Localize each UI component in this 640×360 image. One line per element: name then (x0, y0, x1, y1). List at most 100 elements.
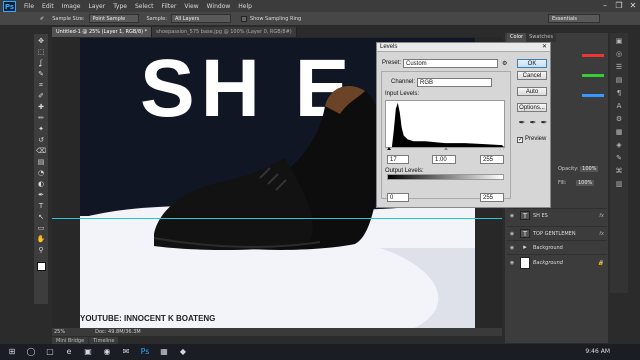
photoshop-taskbar-icon[interactable]: Ps (138, 346, 152, 358)
type-icon[interactable]: T (36, 202, 46, 211)
menu-window[interactable]: Window (207, 3, 231, 10)
tab-shoepassion[interactable]: shoepassion_575 base.jpg @ 100% (Layer 0… (152, 27, 297, 37)
zoom-level[interactable]: 25% (54, 329, 65, 335)
visibility-eye-icon[interactable]: ◉ (507, 213, 517, 219)
visibility-eye-icon[interactable]: ◉ (507, 231, 517, 237)
crop-icon[interactable]: ⌗ (36, 81, 46, 90)
layer-fx-icon[interactable]: fx (599, 231, 604, 237)
file-explorer-icon[interactable]: ▣ (81, 346, 95, 358)
output-white-field[interactable]: 255 (480, 193, 504, 202)
lasso-icon[interactable]: ʆ (36, 59, 46, 68)
menu-view[interactable]: View (184, 3, 198, 10)
layer-fx-icon[interactable]: fx (599, 213, 604, 219)
preview-checkbox[interactable]: ✓ (517, 137, 523, 143)
layers-icon[interactable]: ▦ (612, 127, 626, 137)
styles-icon[interactable]: ▥ (612, 179, 626, 189)
marquee-icon[interactable]: ⬚ (36, 48, 46, 57)
red-slider[interactable] (582, 53, 604, 57)
actions-icon[interactable]: ◎ (612, 49, 626, 59)
eraser-icon[interactable]: ⌫ (36, 147, 46, 156)
paths-icon[interactable]: ✎ (612, 153, 626, 163)
menu-image[interactable]: Image (62, 3, 81, 10)
search-icon[interactable]: ◯ (24, 346, 38, 358)
sample-size-select[interactable]: Point Sample (88, 14, 139, 23)
workspace-select[interactable]: Essentials (548, 14, 600, 23)
brush-icon[interactable]: ✏ (36, 114, 46, 123)
menu-file[interactable]: File (24, 3, 34, 10)
gray-eyedropper-icon[interactable]: ✒ (529, 119, 537, 127)
pen-icon[interactable]: ✒ (36, 191, 46, 200)
layer-name[interactable]: Background (533, 260, 598, 266)
photoshop-logo[interactable]: Ps (3, 0, 16, 12)
layer-name[interactable]: TOP GENTLEMEN (533, 231, 599, 237)
fill-input[interactable]: 100% (575, 180, 595, 186)
sample-select[interactable]: All Layers (170, 14, 231, 23)
edge-icon[interactable]: e (62, 346, 76, 358)
menu-type[interactable]: Type (113, 3, 127, 10)
input-gamma-field[interactable]: 1.00 (432, 155, 456, 164)
auto-button[interactable]: Auto (517, 87, 547, 96)
input-black-field[interactable]: 17 (387, 155, 409, 164)
move-icon[interactable]: ✥ (36, 37, 46, 46)
app-icon[interactable]: ◆ (176, 346, 190, 358)
layer-row[interactable]: ◉ T TOP GENTLEMEN fx (507, 226, 607, 240)
dodge-icon[interactable]: ◐ (36, 180, 46, 189)
menu-select[interactable]: Select (135, 3, 154, 10)
ok-button[interactable]: OK (517, 59, 547, 68)
white-eyedropper-icon[interactable]: ✒ (540, 119, 548, 127)
show-ring-checkbox[interactable] (240, 15, 247, 22)
zoom-icon[interactable]: ⚲ (36, 246, 46, 255)
history-icon[interactable]: ▣ (612, 36, 626, 46)
options-button[interactable]: Options... (517, 103, 547, 112)
clock[interactable]: 9:46 AM (585, 344, 610, 360)
healing-icon[interactable]: ✚ (36, 103, 46, 112)
menu-edit[interactable]: Edit (42, 3, 54, 10)
channels-icon[interactable]: ◈ (612, 140, 626, 150)
dialog-title[interactable]: Levels ✕ (377, 43, 550, 52)
foreground-color-swatch[interactable] (36, 262, 46, 271)
menu-filter[interactable]: Filter (162, 3, 177, 10)
clone-icon[interactable]: ✦ (36, 125, 46, 134)
properties-icon[interactable]: ☰ (612, 62, 626, 72)
blur-icon[interactable]: ◔ (36, 169, 46, 178)
eyedropper-icon[interactable]: ✐ (36, 92, 46, 101)
tab-swatches[interactable]: Swatches (526, 33, 556, 42)
preset-select[interactable]: Custom (403, 59, 498, 68)
paragraph-icon[interactable]: ¶ (612, 88, 626, 98)
layer-name[interactable]: Background (533, 245, 607, 251)
restore-button[interactable]: ❐ (612, 0, 626, 12)
task-view-icon[interactable]: ▢ (43, 346, 57, 358)
chrome-icon[interactable]: ◉ (100, 346, 114, 358)
layer-row[interactable]: ◉ Background 🔒 (507, 254, 607, 270)
tab-color[interactable]: Color (507, 33, 527, 42)
layer-row[interactable]: ◉ T SH ES fx (507, 208, 607, 222)
adjustments-icon[interactable]: ▤ (612, 75, 626, 85)
output-gradient-slider[interactable] (387, 174, 504, 180)
history-brush-icon[interactable]: ↺ (36, 136, 46, 145)
input-sliders[interactable] (387, 147, 504, 150)
tab-untitled[interactable]: Untitled-1 @ 25% (Layer 1, RGB/8) * (52, 27, 153, 37)
shape-icon[interactable]: ▭ (36, 224, 46, 233)
green-slider[interactable] (582, 73, 604, 77)
menu-help[interactable]: Help (238, 3, 252, 10)
gradient-icon[interactable]: ▤ (36, 158, 46, 167)
channel-select[interactable]: RGB (417, 78, 492, 87)
minimize-button[interactable]: – (598, 0, 612, 12)
eyedropper-icon[interactable]: ✐ (40, 16, 44, 22)
hand-icon[interactable]: ✋ (36, 235, 46, 244)
settings-icon[interactable]: ⚙ (612, 114, 626, 124)
windows-start-icon[interactable]: ⊞ (5, 346, 19, 358)
preset-options-icon[interactable]: ⚙ (502, 60, 507, 67)
menu-layer[interactable]: Layer (88, 3, 105, 10)
visibility-eye-icon[interactable]: ◉ (507, 260, 517, 266)
close-window-button[interactable]: ✕ (626, 0, 640, 12)
visibility-eye-icon[interactable]: ◉ (507, 245, 517, 251)
blue-slider[interactable] (582, 93, 604, 97)
path-select-icon[interactable]: ↖ (36, 213, 46, 222)
layer-row[interactable]: ◉ ▸ Background (507, 240, 607, 254)
quick-select-icon[interactable]: ✎ (36, 70, 46, 79)
character-icon[interactable]: A (612, 101, 626, 111)
group-folder-icon[interactable]: ▸ (520, 243, 530, 252)
tool-presets-icon[interactable]: ⌘ (612, 166, 626, 176)
store-icon[interactable]: ▦ (157, 346, 171, 358)
